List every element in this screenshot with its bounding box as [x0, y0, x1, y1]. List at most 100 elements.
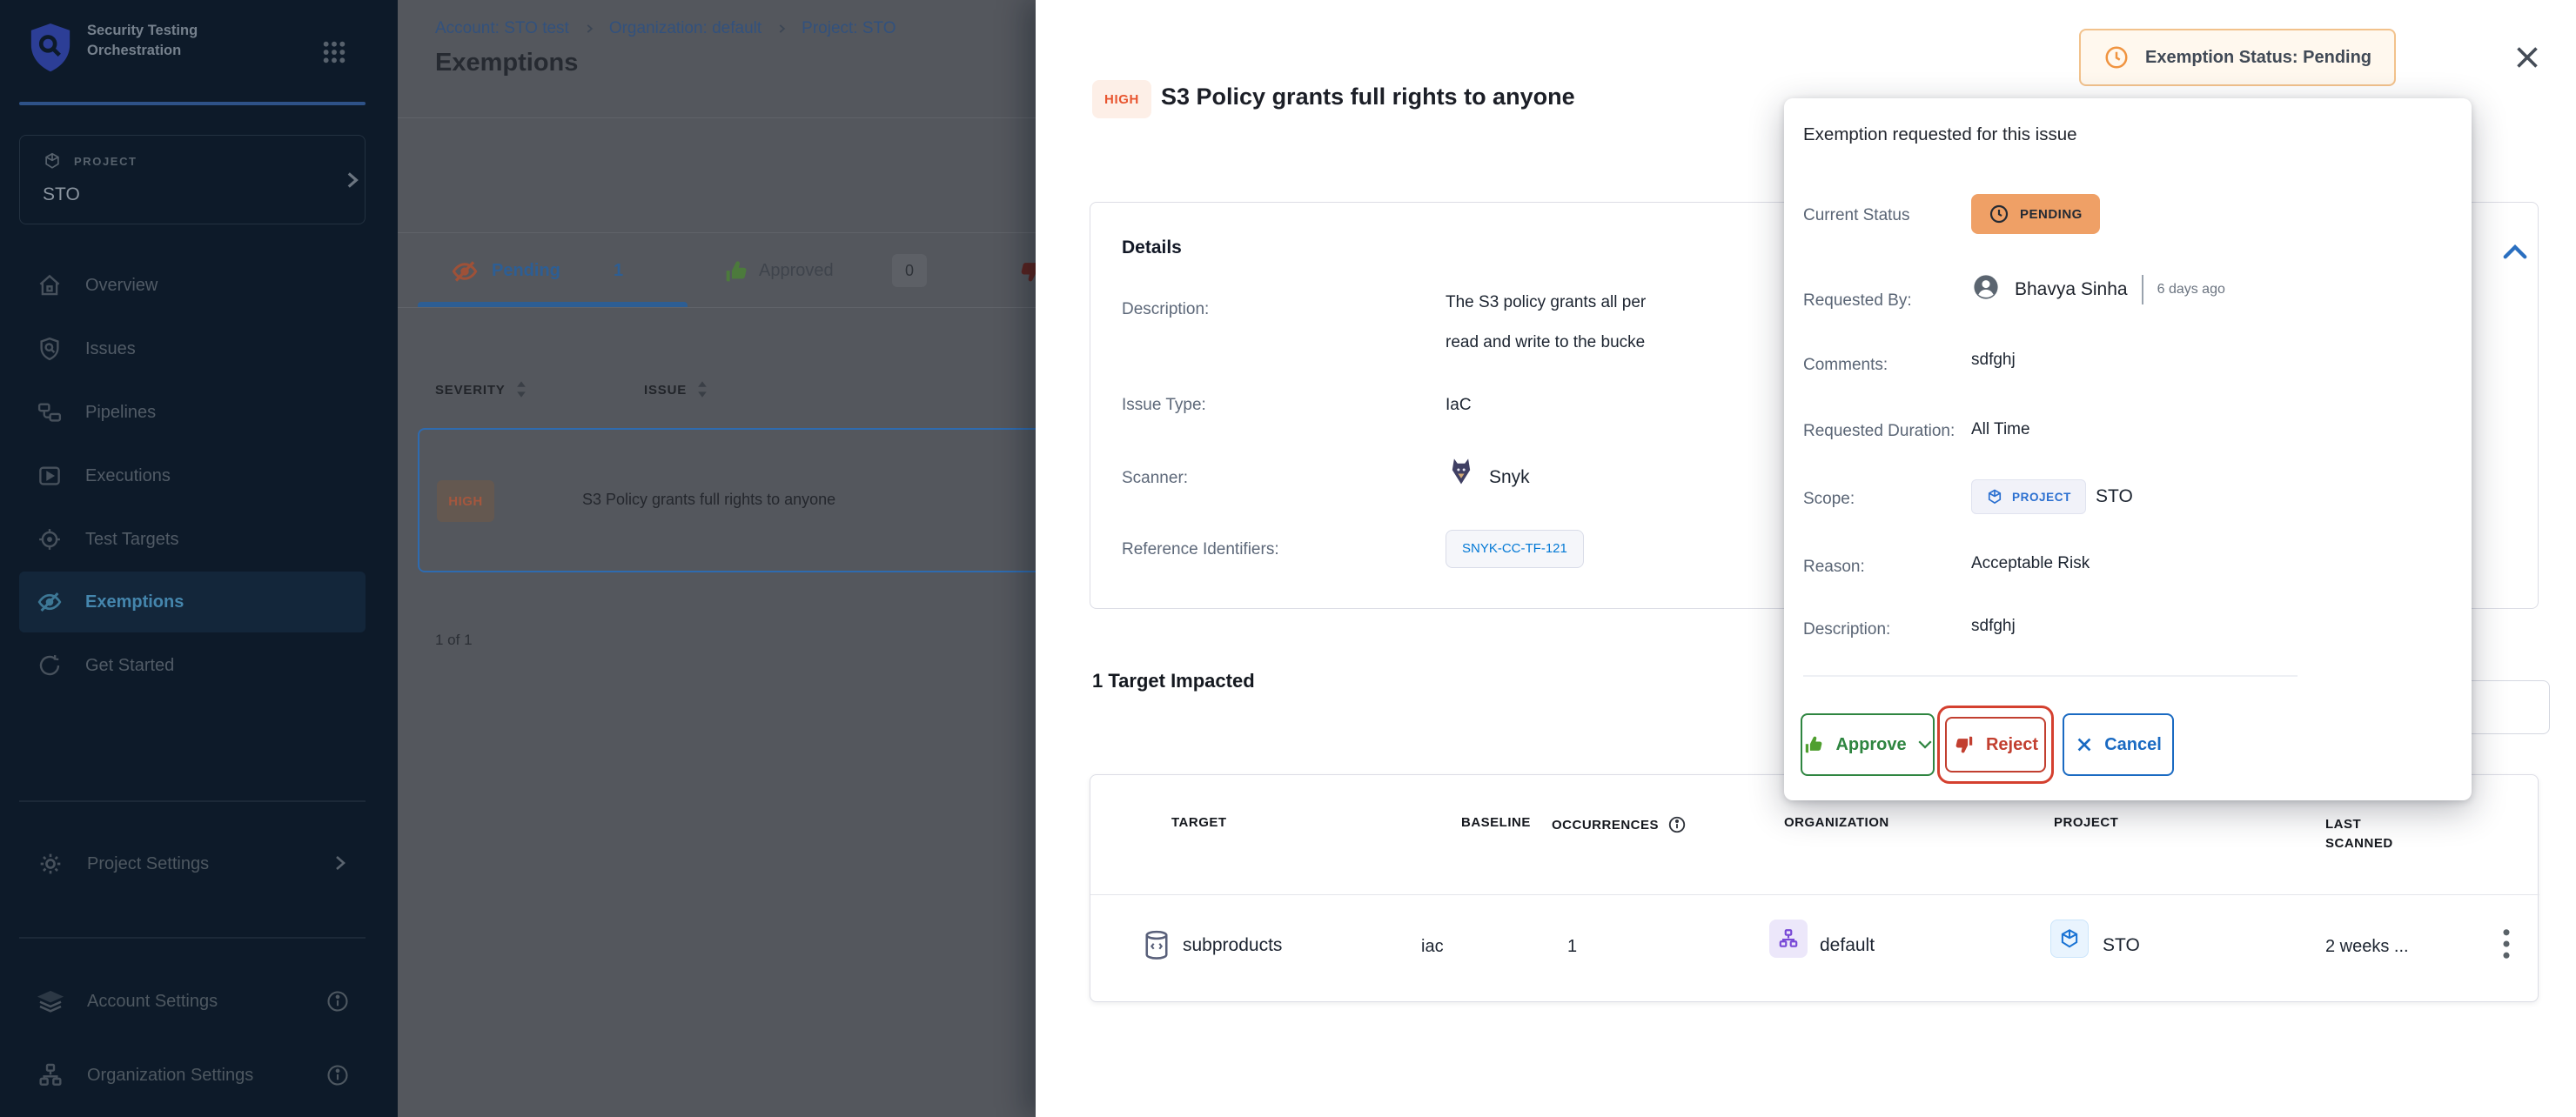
breadcrumb-organization[interactable]: Organization: default	[609, 19, 761, 38]
chevron-down-icon	[1917, 739, 1933, 751]
breadcrumb-account[interactable]: Account: STO test	[435, 19, 569, 38]
divider	[2142, 275, 2143, 304]
chevron-right-icon	[583, 22, 595, 36]
exemption-status-button[interactable]: Exemption Status: Pending	[2079, 29, 2396, 86]
reject-button[interactable]: Reject	[1945, 717, 2046, 773]
breadcrumb-project[interactable]: Project: STO	[802, 19, 896, 38]
get-started-icon	[37, 652, 63, 679]
close-icon[interactable]	[2512, 42, 2543, 77]
cell-last-scanned: 2 weeks ...	[2325, 937, 2409, 957]
divider	[1803, 675, 2298, 677]
sidebar-item-label: Get Started	[85, 656, 174, 676]
tab-approved-count: 0	[892, 254, 927, 287]
column-header-severity[interactable]: SEVERITY	[435, 379, 528, 400]
divider	[398, 232, 1036, 233]
exemption-row[interactable]: HIGH S3 Policy grants full rights to any…	[418, 428, 1036, 572]
sidebar-item-pipelines[interactable]: Pipelines	[19, 382, 366, 443]
thumbs-down-icon	[1953, 733, 1976, 756]
sidebar-item-executions[interactable]: Executions	[19, 445, 366, 506]
pipelines-icon	[37, 399, 63, 425]
sidebar-item-account-settings[interactable]: Account Settings	[19, 971, 366, 1032]
requested-duration-value: All Time	[1971, 420, 2030, 439]
reason-value: Acceptable Risk	[1971, 554, 2090, 573]
divider	[398, 117, 1036, 118]
sidebar-item-project-settings[interactable]: Project Settings	[19, 833, 366, 894]
project-selector[interactable]: PROJECT STO	[19, 135, 366, 224]
target-container-icon	[1141, 928, 1172, 967]
page-title: Exemptions	[435, 49, 578, 77]
reason-label: Reason:	[1803, 558, 1865, 577]
sort-icon[interactable]	[514, 379, 528, 400]
targets-heading: 1 Target Impacted	[1092, 670, 1255, 692]
cube-icon	[43, 151, 62, 175]
divider	[398, 307, 1036, 308]
sort-icon[interactable]	[695, 379, 709, 400]
breadcrumb: Account: STO test Organization: default …	[435, 19, 896, 38]
sidebar-item-get-started[interactable]: Get Started	[19, 635, 366, 696]
sidebar: Security Testing Orchestration PROJECT S…	[0, 0, 398, 1117]
sidebar-item-issues[interactable]: Issues	[19, 318, 366, 379]
target-icon	[37, 526, 63, 552]
targets-table: TARGET BASELINE OCCURRENCES ORGANIZATION…	[1090, 774, 2539, 1002]
cell-target[interactable]: subproducts	[1183, 935, 1282, 956]
org-icon	[37, 1061, 64, 1089]
close-icon	[2075, 735, 2094, 754]
app-grid-icon[interactable]	[320, 38, 348, 70]
pending-status-badge: PENDING	[1971, 194, 2100, 234]
info-icon[interactable]	[1667, 815, 1687, 834]
column-header-organization: ORGANIZATION	[1784, 815, 1889, 830]
sidebar-item-exemptions[interactable]: Exemptions	[19, 572, 366, 632]
popup-heading: Exemption requested for this issue	[1803, 124, 2077, 145]
info-icon[interactable]	[325, 1063, 350, 1093]
severity-badge: HIGH	[437, 480, 494, 522]
cube-icon	[1986, 488, 2003, 505]
sidebar-item-label: Executions	[85, 466, 171, 486]
scope-label: Scope:	[1803, 490, 1855, 509]
chevron-right-icon	[340, 167, 363, 197]
issue-type-value: IaC	[1446, 396, 1472, 415]
sidebar-divider	[19, 937, 366, 939]
approve-button[interactable]: Approve	[1801, 713, 1935, 776]
app-logo-shield-icon	[26, 21, 75, 79]
project-scope-label: PROJECT	[74, 155, 138, 168]
sidebar-item-label: Project Settings	[87, 854, 209, 874]
sidebar-item-label: Overview	[85, 276, 158, 296]
scope-project-badge: PROJECT	[1971, 479, 2086, 514]
tab-approved[interactable]: Approved	[759, 261, 834, 281]
pagination: 1 of 1	[435, 632, 473, 649]
column-header-occurrences: OCCURRENCES	[1552, 815, 1687, 834]
tab-pending-count: 1	[614, 261, 623, 281]
reference-identifier-chip[interactable]: SNYK-CC-TF-121	[1446, 530, 1584, 568]
column-header-baseline: BASELINE	[1461, 815, 1531, 830]
sidebar-item-label: Issues	[85, 339, 136, 359]
current-status-label: Current Status	[1803, 206, 1910, 225]
shield-search-icon	[37, 336, 63, 362]
column-header-issue[interactable]: ISSUE	[644, 379, 709, 400]
info-icon[interactable]	[325, 989, 350, 1019]
description-label: Description:	[1803, 620, 1890, 639]
executions-icon	[37, 463, 63, 489]
column-header-project: PROJECT	[2054, 815, 2118, 830]
thumbs-up-icon	[1802, 733, 1825, 756]
issue-title: S3 Policy grants full rights to anyone	[582, 491, 835, 509]
avatar-icon	[1971, 272, 2001, 306]
exemptions-list-pane: Account: STO test Organization: default …	[398, 0, 1036, 1117]
divider	[1090, 894, 2539, 895]
reference-identifiers-label: Reference Identifiers:	[1122, 540, 1279, 559]
reject-button-focus-ring: Reject	[1937, 706, 2054, 784]
eye-off-icon	[37, 589, 63, 615]
sidebar-item-organization-settings[interactable]: Organization Settings	[19, 1045, 366, 1106]
sidebar-item-test-targets[interactable]: Test Targets	[19, 509, 366, 570]
requested-by-value: Bhavya Sinha 6 days ago	[1971, 272, 2225, 306]
kebab-menu-icon[interactable]	[2493, 925, 2519, 967]
description-value-line2: read and write to the bucke	[1446, 333, 1645, 352]
cell-organization: default	[1820, 935, 1875, 956]
tab-pending[interactable]: Pending	[492, 261, 560, 281]
cancel-button[interactable]: Cancel	[2063, 713, 2174, 776]
cell-project: STO	[2103, 935, 2140, 956]
sidebar-item-label: Pipelines	[85, 403, 156, 423]
sidebar-item-overview[interactable]: Overview	[19, 255, 366, 316]
issue-detail-title: S3 Policy grants full rights to anyone	[1161, 84, 1575, 110]
chevron-up-icon[interactable]	[2502, 241, 2528, 266]
description-label: Description:	[1122, 300, 1209, 319]
